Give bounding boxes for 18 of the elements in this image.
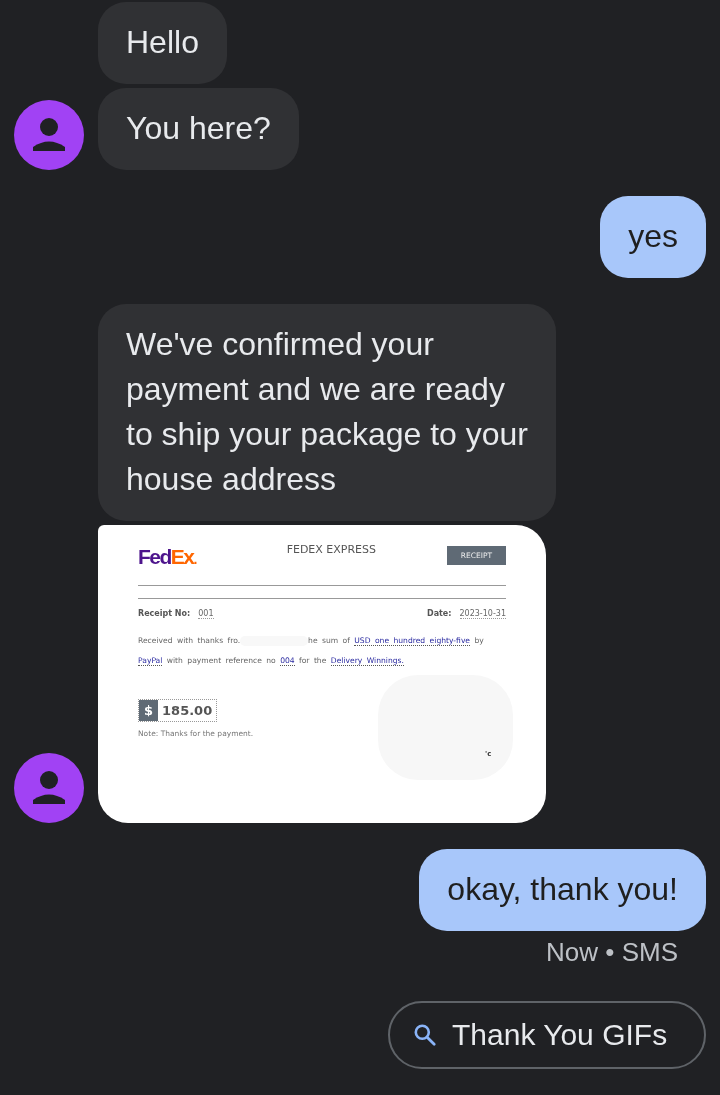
- message-bubble: We've confirmed your payment and we are ready to ship your package to your house address: [98, 304, 556, 521]
- gif-suggestion-chip[interactable]: Thank You GIFs: [388, 1001, 706, 1069]
- date-label: Date:: [427, 609, 452, 619]
- avatar-icon: [14, 100, 84, 170]
- message-bubble: Hello: [98, 2, 227, 84]
- amount-field: $ 185.00: [138, 699, 218, 722]
- search-icon: [412, 1022, 438, 1048]
- receipt-image[interactable]: [98, 525, 546, 823]
- logo: FedEx.: [138, 545, 196, 569]
- receipt-number-label: Receipt No:: [138, 609, 191, 619]
- receipt-number: 001: [198, 609, 214, 619]
- avatar-icon: [14, 753, 84, 823]
- message-status: Now • SMS: [545, 937, 679, 968]
- message-bubble: You here?: [98, 88, 299, 170]
- message-bubble: yes: [600, 196, 706, 278]
- message-bubble: okay, thank you!: [419, 849, 706, 931]
- company-name: FEDEX EXPRESS: [286, 543, 377, 556]
- receipt-date: 2023-10-31: [459, 609, 506, 619]
